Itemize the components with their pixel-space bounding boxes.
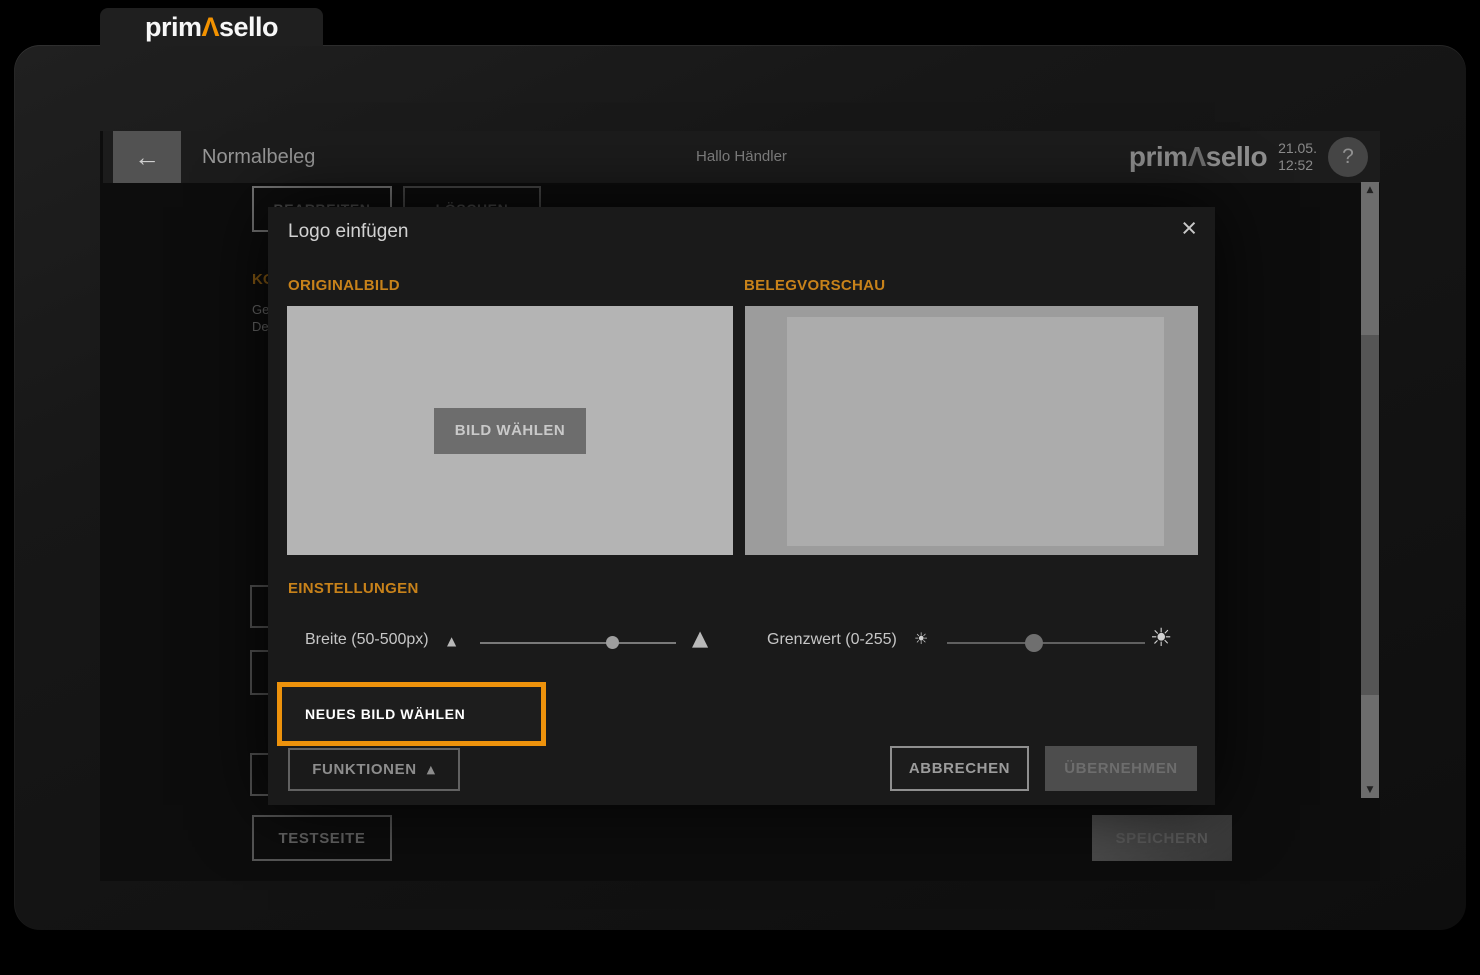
vertical-scrollbar[interactable]: ▲ ▼: [1361, 182, 1379, 798]
width-slider-label: Breite (50-500px): [305, 631, 429, 649]
width-increase-icon[interactable]: ▲: [692, 628, 708, 649]
header-right-cluster: primΛsello 21.05. 12:52 ?: [1129, 131, 1368, 183]
close-icon[interactable]: ×: [1181, 215, 1197, 242]
threshold-slider[interactable]: [947, 642, 1145, 644]
logo-text: prim: [145, 12, 202, 42]
back-button[interactable]: ←: [113, 131, 181, 183]
test-page-button[interactable]: TESTSEITE: [252, 815, 392, 861]
logo-text: sello: [1206, 141, 1267, 172]
header-bar: ← Normalbeleg Hallo Händler primΛsello 2…: [103, 131, 1380, 183]
brightness-low-icon[interactable]: ☀: [914, 631, 928, 647]
brightness-high-icon[interactable]: ☀: [1150, 625, 1172, 650]
screen: primΛsello ← Normalbeleg Hallo Händler p…: [0, 0, 1480, 975]
background-text-line: De: [252, 319, 269, 334]
help-button[interactable]: ?: [1328, 137, 1368, 177]
width-slider[interactable]: [480, 642, 676, 644]
choose-image-button[interactable]: BILD WÄHLEN: [434, 408, 586, 454]
date-text: 21.05.: [1278, 140, 1317, 157]
save-button[interactable]: SPEICHERN: [1092, 815, 1232, 861]
question-mark-icon: ?: [1342, 145, 1354, 169]
logo-accent: Λ: [201, 12, 219, 42]
primasello-logo: primΛsello: [145, 12, 278, 43]
menu-item-label: NEUES BILD WÄHLEN: [282, 706, 465, 722]
dialog-title: Logo einfügen: [288, 221, 408, 243]
menu-item-choose-new-image[interactable]: NEUES BILD WÄHLEN: [277, 682, 546, 746]
logo-text: prim: [1129, 141, 1188, 172]
threshold-slider-label: Grenzwert (0-255): [767, 631, 897, 649]
cancel-button[interactable]: ABBRECHEN: [890, 746, 1029, 791]
width-slider-thumb[interactable]: [606, 636, 619, 649]
background-text-line: Ge: [252, 302, 269, 317]
scroll-down-icon[interactable]: ▼: [1361, 785, 1379, 795]
time-text: 12:52: [1278, 157, 1317, 174]
settings-heading: EINSTELLUNGEN: [288, 580, 419, 597]
logo-insert-dialog: Logo einfügen × ORIGINALBILD BILD WÄHLEN…: [268, 207, 1215, 805]
primasello-logo: primΛsello: [1129, 141, 1267, 173]
datetime-display: 21.05. 12:52: [1278, 140, 1317, 174]
browser-tab[interactable]: primΛsello: [100, 8, 323, 46]
receipt-preview-image: [787, 317, 1164, 546]
scrollbar-thumb[interactable]: [1361, 335, 1379, 695]
functions-button[interactable]: FUNKTIONEN ▲: [288, 748, 460, 791]
receipt-preview-panel: [745, 306, 1198, 555]
scroll-up-icon[interactable]: ▲: [1361, 185, 1379, 195]
threshold-slider-thumb[interactable]: [1025, 634, 1043, 652]
apply-button[interactable]: ÜBERNEHMEN: [1045, 746, 1197, 791]
width-decrease-icon[interactable]: ▲: [447, 635, 456, 647]
original-image-panel: BILD WÄHLEN: [287, 306, 733, 555]
original-image-heading: ORIGINALBILD: [288, 277, 400, 294]
receipt-preview-heading: BELEGVORSCHAU: [744, 277, 885, 294]
back-arrow-icon: ←: [134, 142, 160, 173]
page-title: Normalbeleg: [202, 131, 315, 183]
logo-accent: Λ: [1188, 141, 1206, 172]
functions-label: FUNKTIONEN: [312, 761, 416, 778]
logo-text: sello: [219, 12, 278, 42]
chevron-up-icon: ▲: [427, 763, 436, 776]
